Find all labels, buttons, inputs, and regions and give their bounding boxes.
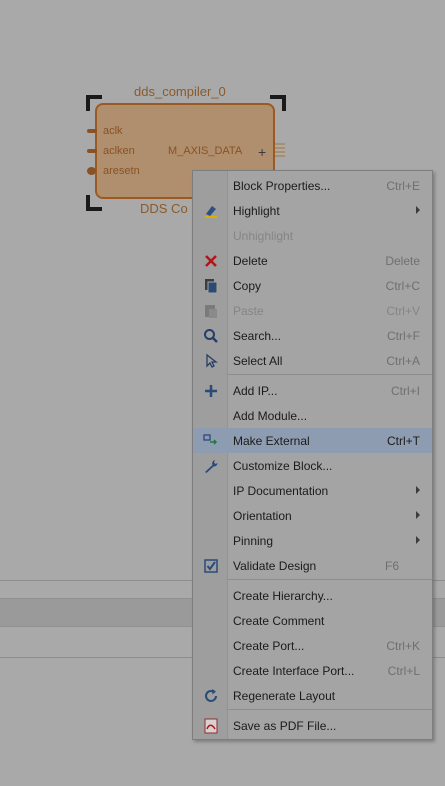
menu-item-paste[interactable]: Paste Ctrl+V	[193, 298, 432, 323]
menu-item-shortcut: Ctrl+I	[390, 384, 420, 398]
menu-item-create-hierarchy[interactable]: Create Hierarchy...	[193, 583, 432, 608]
block-instance-name: dds_compiler_0	[134, 84, 226, 99]
menu-item-label: Copy	[233, 279, 262, 293]
copy-icon	[205, 279, 218, 294]
menu-item-label: Save as PDF File...	[233, 719, 337, 733]
menu-item-pinning[interactable]: Pinning	[193, 528, 432, 553]
menu-item-label: Create Comment	[233, 614, 325, 628]
menu-item-copy[interactable]: Copy Ctrl+C	[193, 273, 432, 298]
menu-item-select-all[interactable]: Select All Ctrl+A	[193, 348, 432, 373]
paste-icon	[205, 305, 217, 318]
menu-item-label: Delete	[233, 254, 268, 268]
menu-item-label: Block Properties...	[233, 179, 331, 193]
menu-item-search[interactable]: Search... Ctrl+F	[193, 323, 432, 348]
menu-separator	[227, 374, 432, 375]
menu-item-label: Regenerate Layout	[233, 689, 336, 703]
menu-item-label: Add Module...	[233, 409, 308, 423]
menu-item-shortcut: Delete	[385, 254, 420, 268]
port-label-aresetn: aresetn	[103, 165, 140, 177]
menu-item-label: Select All	[233, 354, 283, 368]
menu-item-shortcut: Ctrl+A	[386, 354, 420, 368]
menu-item-shortcut: F6	[384, 559, 399, 573]
menu-item-label: Customize Block...	[233, 459, 333, 473]
menu-item-save-pdf[interactable]: Save as PDF File...	[193, 713, 432, 738]
delete-icon	[205, 255, 217, 267]
search-icon	[204, 329, 218, 343]
menu-item-label: Create Port...	[233, 639, 305, 653]
port-label-aclk: aclk	[103, 125, 123, 137]
menu-item-label: Pinning	[233, 534, 274, 548]
validate-icon	[204, 559, 218, 573]
menu-item-block-properties[interactable]: Block Properties... Ctrl+E	[193, 173, 432, 198]
menu-item-label: Validate Design	[233, 559, 317, 573]
expand-port-icon[interactable]: +	[258, 144, 266, 160]
menu-item-make-external[interactable]: Make External Ctrl+T	[193, 428, 432, 453]
menu-item-create-comment[interactable]: Create Comment	[193, 608, 432, 633]
regenerate-icon	[205, 689, 217, 702]
menu-item-label: Create Interface Port...	[233, 664, 355, 678]
add-icon	[205, 385, 217, 397]
wrench-icon	[205, 460, 218, 473]
port-pin-aclken[interactable]	[87, 149, 97, 153]
menu-item-label: Unhighlight	[233, 229, 294, 243]
menu-item-label: Search...	[233, 329, 282, 343]
menu-item-create-interface-port[interactable]: Create Interface Port... Ctrl+L	[193, 658, 432, 683]
make-external-icon	[203, 434, 218, 445]
port-pin-aresetn[interactable]	[87, 167, 96, 175]
menu-item-ip-documentation[interactable]: IP Documentation	[193, 478, 432, 503]
menu-item-shortcut: Ctrl+K	[386, 639, 420, 653]
menu-item-highlight[interactable]: Highlight	[193, 198, 432, 223]
menu-item-label: IP Documentation	[233, 484, 329, 498]
menu-item-create-port[interactable]: Create Port... Ctrl+K	[193, 633, 432, 658]
menu-item-delete[interactable]: Delete Delete	[193, 248, 432, 273]
port-label-m-axis-data: M_AXIS_DATA	[168, 145, 243, 157]
menu-item-label: Orientation	[233, 509, 292, 523]
highlight-icon	[205, 206, 217, 218]
submenu-arrow-icon	[416, 486, 420, 494]
menu-item-shortcut: Ctrl+E	[386, 179, 420, 193]
menu-item-shortcut: Ctrl+V	[386, 304, 420, 318]
select-all-icon	[206, 353, 218, 368]
menu-item-label: Highlight	[233, 204, 280, 218]
menu-item-shortcut: Ctrl+T	[387, 434, 420, 448]
menu-item-shortcut: Ctrl+C	[385, 279, 420, 293]
port-grip[interactable]	[275, 143, 285, 157]
menu-item-label: Create Hierarchy...	[233, 589, 333, 603]
context-menu: Block Properties... Ctrl+E Highlight Unh…	[192, 170, 433, 740]
menu-item-shortcut: Ctrl+L	[387, 664, 420, 678]
menu-item-label: Make External	[233, 434, 310, 448]
menu-item-add-ip[interactable]: Add IP... Ctrl+I	[193, 378, 432, 403]
menu-item-regenerate-layout[interactable]: Regenerate Layout	[193, 683, 432, 708]
block-type-label: DDS Co	[140, 201, 188, 216]
menu-item-label: Add IP...	[233, 384, 278, 398]
menu-item-validate-design[interactable]: Validate Design F6	[193, 553, 432, 578]
submenu-arrow-icon	[416, 206, 420, 214]
menu-item-orientation[interactable]: Orientation	[193, 503, 432, 528]
port-label-aclken: aclken	[103, 145, 135, 157]
menu-item-customize-block[interactable]: Customize Block...	[193, 453, 432, 478]
port-pin-aclk[interactable]	[87, 129, 97, 133]
submenu-arrow-icon	[416, 511, 420, 519]
submenu-arrow-icon	[416, 536, 420, 544]
menu-item-shortcut: Ctrl+F	[387, 329, 420, 343]
menu-item-unhighlight[interactable]: Unhighlight	[193, 223, 432, 248]
menu-separator	[227, 579, 432, 580]
menu-item-add-module[interactable]: Add Module...	[193, 403, 432, 428]
menu-item-label: Paste	[233, 304, 264, 318]
menu-separator	[227, 709, 432, 710]
pdf-icon	[204, 718, 218, 734]
